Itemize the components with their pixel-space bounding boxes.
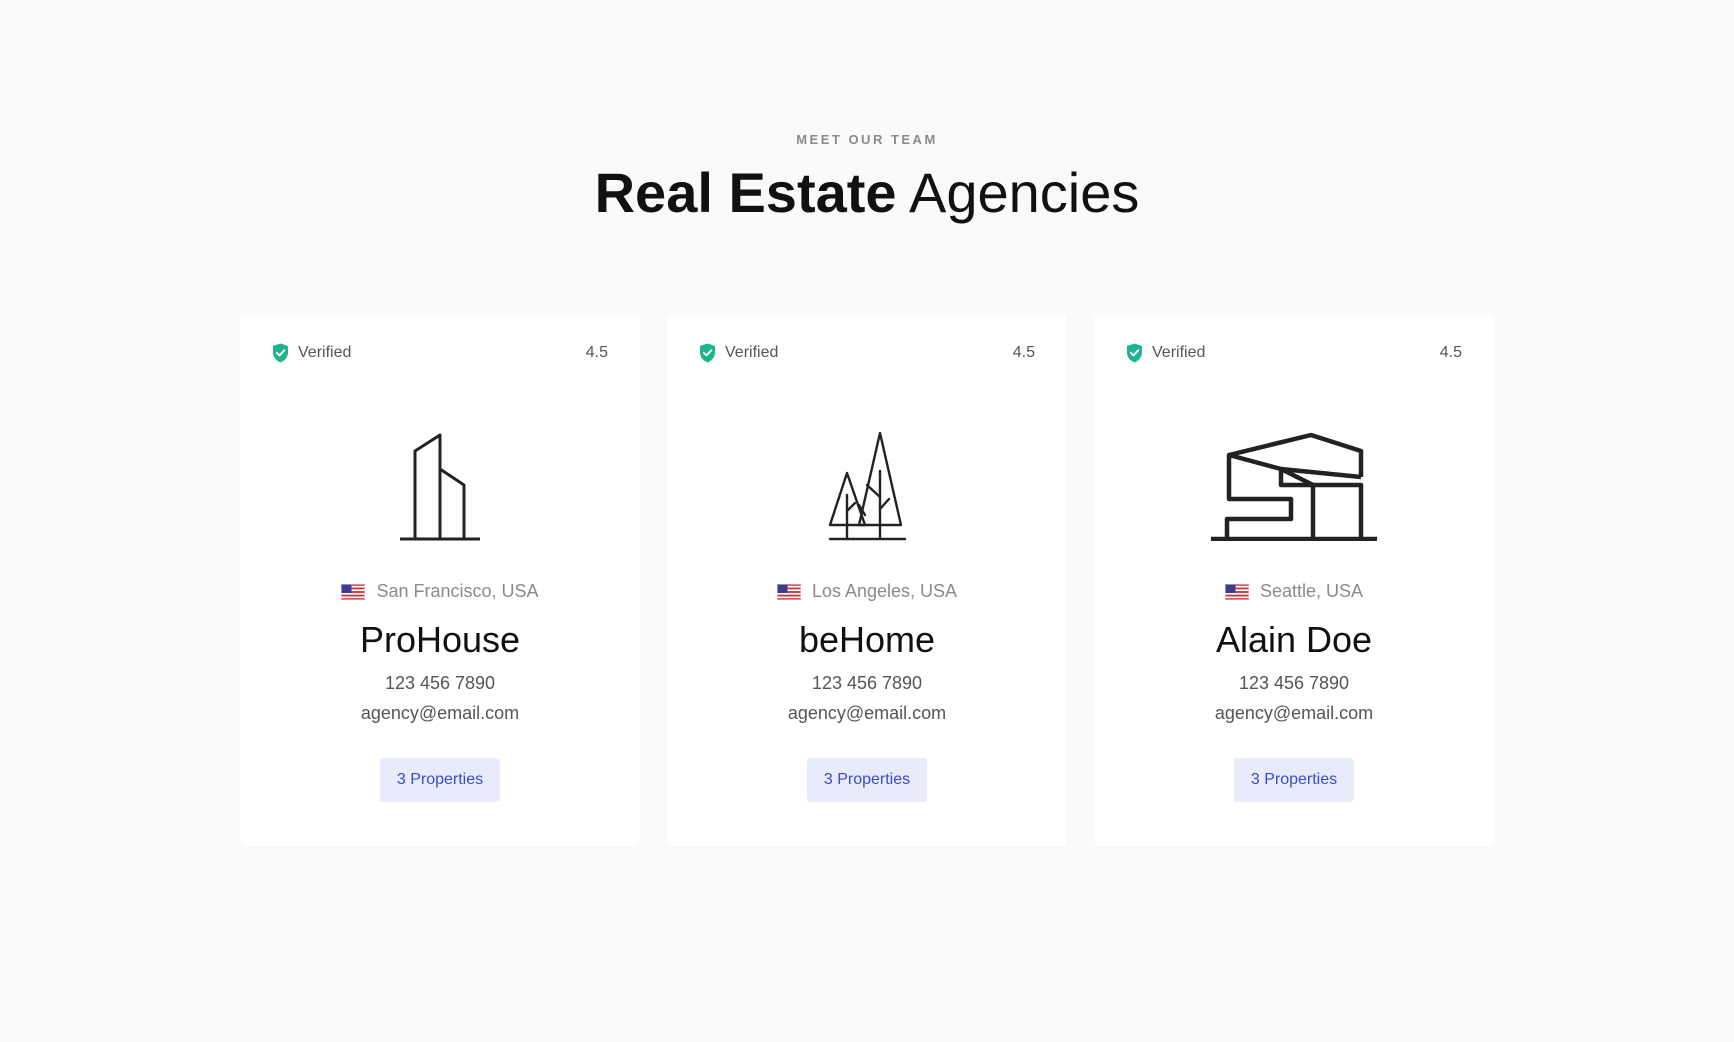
us-flag-icon: [776, 583, 801, 600]
verified-badge: Verified: [699, 343, 778, 363]
section-title: Real Estate Agencies: [0, 158, 1734, 228]
properties-button[interactable]: 3 Properties: [806, 758, 928, 802]
verified-badge: Verified: [1126, 343, 1205, 363]
agency-name[interactable]: ProHouse: [240, 615, 640, 665]
agency-email[interactable]: agency@email.com: [1094, 703, 1494, 724]
location-text: Seattle, USA: [1259, 581, 1364, 601]
tall-building-icon: [400, 433, 480, 541]
verified-shield-icon: [273, 343, 288, 363]
agency-email[interactable]: agency@email.com: [667, 703, 1067, 724]
agency-location: San Francisco, USA: [240, 581, 640, 602]
verified-label: Verified: [298, 344, 352, 361]
verified-shield-icon: [1127, 343, 1142, 363]
agency-name[interactable]: Alain Doe: [1094, 615, 1494, 665]
us-flag-icon: [341, 583, 366, 600]
verified-label: Verified: [725, 344, 779, 361]
verified-shield-icon: [700, 343, 715, 363]
agency-phone[interactable]: 123 456 7890: [240, 673, 640, 694]
modern-house-icon: [1211, 432, 1377, 541]
properties-button[interactable]: 3 Properties: [1233, 758, 1355, 802]
agency-card: Verified 4.5 San Francisco, USA ProHouse…: [240, 313, 640, 847]
properties-button[interactable]: 3 Properties: [379, 758, 501, 802]
section-eyebrow: MEET OUR TEAM: [796, 132, 938, 147]
agency-card: Verified 4.5 Seattle, USA Alain Doe 123 …: [1094, 313, 1494, 847]
agency-phone[interactable]: 123 456 7890: [1094, 673, 1494, 694]
location-text: Los Angeles, USA: [811, 581, 958, 601]
agency-email[interactable]: agency@email.com: [240, 703, 640, 724]
agency-phone[interactable]: 123 456 7890: [667, 673, 1067, 694]
location-text: San Francisco, USA: [376, 581, 539, 601]
agency-cards: Verified 4.5 San Francisco, USA ProHouse…: [240, 313, 1494, 847]
title-light: Agencies: [909, 161, 1140, 224]
title-bold: Real Estate: [594, 161, 897, 224]
us-flag-icon: [1224, 583, 1249, 600]
agency-logo: [1094, 401, 1494, 541]
verified-badge: Verified: [272, 343, 351, 363]
rating-value: 4.5: [1439, 344, 1462, 361]
agency-location: Seattle, USA: [1094, 581, 1494, 602]
agency-logo: [667, 401, 1067, 541]
agency-card: Verified 4.5 Los Angeles, USA beHome 123…: [667, 313, 1067, 847]
rating-value: 4.5: [1012, 344, 1035, 361]
agency-name[interactable]: beHome: [667, 615, 1067, 665]
verified-label: Verified: [1152, 344, 1206, 361]
agency-location: Los Angeles, USA: [667, 581, 1067, 602]
trees-icon: [828, 431, 907, 541]
rating-value: 4.5: [585, 344, 608, 361]
agency-logo: [240, 401, 640, 541]
